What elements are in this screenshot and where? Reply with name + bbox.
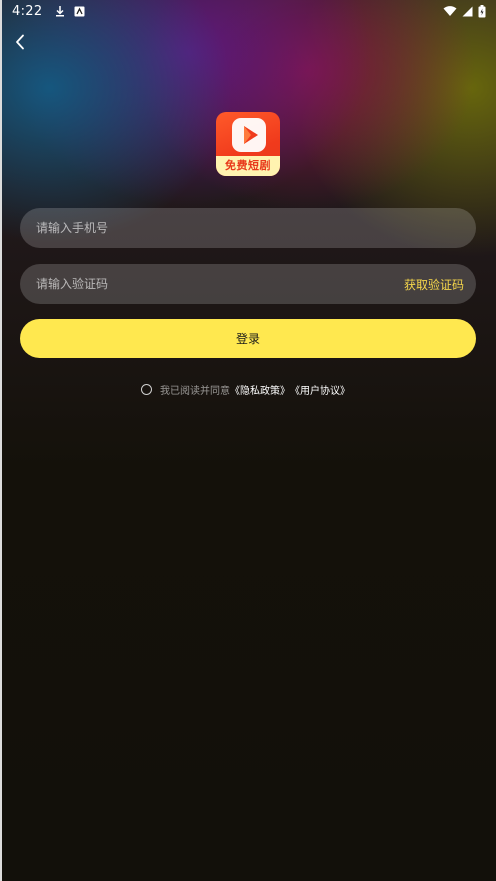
status-bar: 4:22 [0,0,496,22]
agreement-text: 我已阅读并同意 [160,385,230,397]
app-logo: 免费短剧 [216,112,280,176]
chevron-left-icon [14,34,26,50]
status-time: 4:22 [12,3,43,19]
code-field[interactable]: 获取验证码 [20,264,476,304]
download-icon [54,5,66,17]
back-button[interactable] [8,30,32,54]
verification-code-input[interactable] [36,277,404,291]
cell-signal-icon [462,6,473,17]
status-right-icons [443,4,486,18]
agree-checkbox[interactable] [141,383,152,395]
left-edge-strip [0,0,2,881]
user-agreement-link[interactable]: 《用户协议》 [290,382,350,397]
privacy-policy-link[interactable]: 《隐私政策》 [230,382,290,397]
agreement-row: 我已阅读并同意 《隐私政策》 《用户协议》 [141,381,350,397]
get-code-button[interactable]: 获取验证码 [404,276,464,293]
play-icon [230,116,268,158]
app-notification-icon [74,6,85,17]
battery-icon [478,4,486,18]
login-button[interactable]: 登录 [20,319,476,358]
wifi-icon [443,5,457,17]
login-screen: 4:22 免费短剧 请输入手机号 请输入验证码 获取验证码 登录 我已阅读并同意… [0,0,496,881]
phone-input[interactable] [36,221,464,235]
notification-icons [54,5,85,17]
logo-banner: 免费短剧 [216,156,280,176]
phone-field[interactable] [20,208,476,248]
